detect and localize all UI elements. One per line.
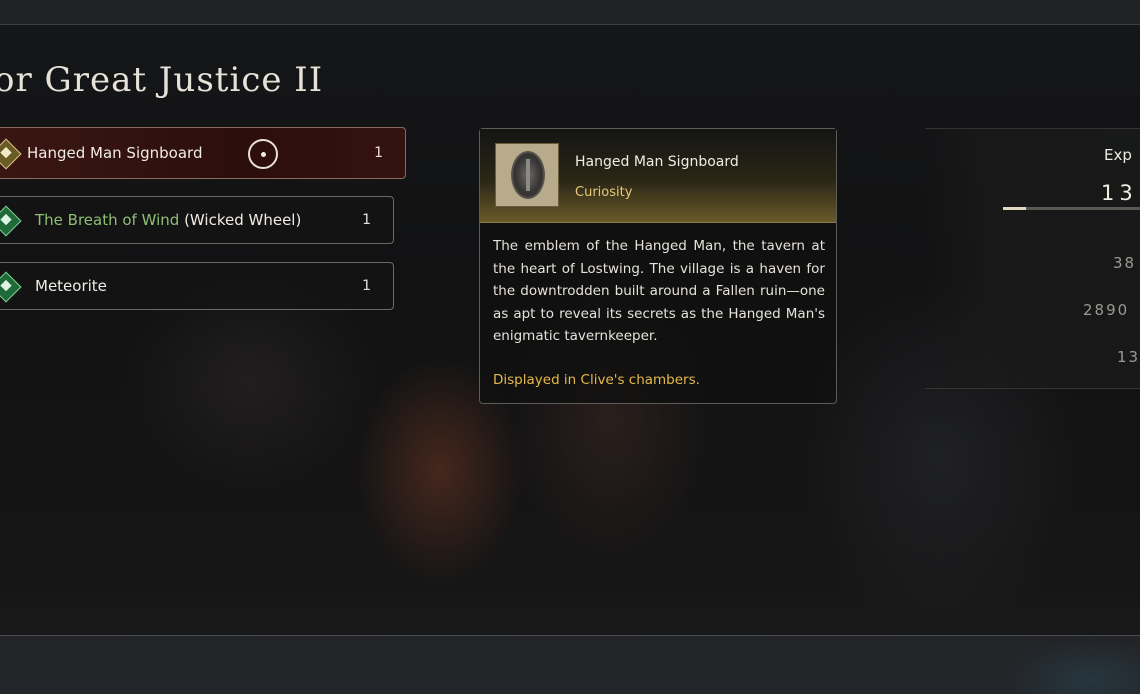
reward-count: 1	[362, 278, 371, 294]
stats-row-1: 38	[1113, 254, 1137, 272]
reward-label-suffix: (Wicked Wheel)	[179, 211, 302, 229]
stats-panel	[925, 128, 1140, 389]
top-divider	[0, 24, 1140, 25]
detail-item-name: Hanged Man Signboard	[575, 154, 739, 170]
reward-item-hanged-man-signboard[interactable]: Hanged Man Signboard 1	[0, 127, 406, 179]
reward-label: The Breath of Wind (Wicked Wheel)	[35, 211, 301, 229]
stats-row-3: 13	[1117, 348, 1140, 366]
stats-progress-fill	[1003, 207, 1027, 210]
detail-description: The emblem of the Hanged Man, the tavern…	[493, 238, 825, 344]
quest-title: or Great Justice II	[0, 60, 324, 100]
detail-item-category: Curiosity	[575, 185, 633, 200]
reward-item-breath-of-wind[interactable]: The Breath of Wind (Wicked Wheel) 1	[0, 196, 394, 244]
stats-row-2: 2890	[1083, 301, 1130, 319]
reward-count: 1	[362, 212, 371, 228]
bottom-divider	[0, 635, 1140, 636]
stats-value: 13	[1101, 181, 1138, 205]
reward-label: Hanged Man Signboard	[27, 144, 203, 162]
detail-note: Displayed in Clive's chambers.	[493, 372, 700, 388]
item-detail-panel: Hanged Man Signboard Curiosity The emble…	[479, 128, 837, 404]
reward-label: Meteorite	[35, 277, 107, 295]
item-diamond-icon	[0, 271, 22, 303]
reward-count: 1	[374, 145, 383, 161]
item-diamond-icon	[0, 138, 22, 170]
detail-header: Hanged Man Signboard Curiosity	[480, 129, 836, 223]
item-thumbnail	[495, 143, 559, 207]
bottom-band	[0, 636, 1140, 694]
stats-label: Exp	[1104, 146, 1132, 164]
reward-label-green: The Breath of Wind	[35, 211, 180, 229]
top-band	[0, 0, 1140, 25]
item-diamond-icon	[0, 205, 22, 237]
signboard-emblem-icon	[511, 151, 545, 199]
reward-item-meteorite[interactable]: Meteorite 1	[0, 262, 394, 310]
select-cursor-icon	[248, 139, 278, 169]
stats-progress-bar	[1003, 207, 1140, 210]
